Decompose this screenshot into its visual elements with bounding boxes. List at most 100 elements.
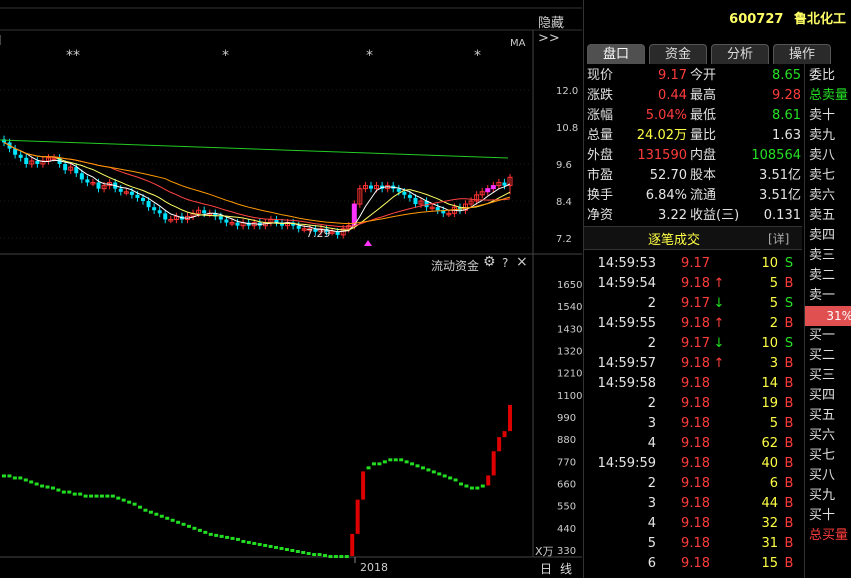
tick-volume: 5 <box>769 276 778 291</box>
flow-indicator-title[interactable]: 流动资金 <box>431 257 479 274</box>
tab-handicap[interactable]: 盘口 <box>587 44 645 64</box>
flow-bar <box>121 498 126 502</box>
price-tick-label: 10.8 <box>556 123 578 134</box>
arrow-down-icon: ↓ <box>713 336 725 351</box>
arrow-up-icon: ↑ <box>713 276 725 291</box>
orderbook-label: 卖七 <box>809 168 836 183</box>
tick-time: 14:59:53 <box>597 256 656 271</box>
tick-time: 4 <box>647 516 656 531</box>
flow-bar <box>502 431 507 438</box>
tick-side: B <box>784 536 794 551</box>
flow-bar <box>333 555 338 559</box>
flow-bar <box>480 484 485 488</box>
flow-bar <box>491 451 496 476</box>
candle <box>163 213 168 220</box>
period-line-button[interactable]: 线 <box>560 560 572 577</box>
candle <box>202 210 207 214</box>
flow-bar <box>371 462 376 466</box>
period-day-button[interactable]: 日 <box>540 560 552 577</box>
flow-bar <box>426 468 431 472</box>
candle <box>502 182 507 186</box>
candle <box>118 188 123 192</box>
tick-price: 9.18 <box>681 376 710 391</box>
tick-volume: 5 <box>769 416 778 431</box>
flow-bar <box>89 494 94 498</box>
flow-bar <box>170 518 175 522</box>
tick-side: B <box>784 496 794 511</box>
help-icon[interactable]: ? <box>502 256 508 270</box>
tab-operation[interactable]: 操作 <box>773 44 831 64</box>
tick-volume: 2 <box>769 316 778 331</box>
quote-value: 5.04% <box>645 108 687 123</box>
flow-bar <box>410 462 415 466</box>
tick-volume: 6 <box>769 476 778 491</box>
orderbook-label: 卖十 <box>809 108 836 123</box>
tick-price: 9.18 <box>681 396 710 411</box>
flow-tick-label: 1100 <box>557 391 582 402</box>
flow-bar <box>475 486 480 490</box>
flow-bar <box>154 512 159 516</box>
double-chevron-right-icon: >> <box>538 31 560 46</box>
tick-time: 4 <box>647 436 656 451</box>
flow-bar <box>453 478 458 482</box>
quote-row: 总量 24.02万 量比 1.63 <box>587 126 802 146</box>
tick-side: B <box>784 396 794 411</box>
candle <box>235 222 240 226</box>
chart-area: ** * * * 12.0 10.8 9.6 8.4 7.2 1650 1540 1430 1320 12… <box>0 0 582 578</box>
candle <box>129 191 134 195</box>
quote-value: 52.70 <box>649 168 687 183</box>
candle <box>224 219 229 223</box>
tick-side: B <box>784 276 794 291</box>
candle <box>24 157 29 164</box>
ma30-line <box>3 141 511 225</box>
tick-price: 9.18 <box>681 356 710 371</box>
flow-bar <box>105 494 110 498</box>
chart-canvas: ** * * *12.010.89.68.47.2165015401430132012… <box>0 7 582 563</box>
flow-bar <box>361 471 366 500</box>
flow-bar <box>50 486 55 490</box>
flow-bar <box>181 522 186 526</box>
tab-analysis[interactable]: 分析 <box>711 44 769 64</box>
tick-side: B <box>784 356 794 371</box>
candle <box>18 154 23 158</box>
gear-icon[interactable]: ⚙ <box>483 254 496 270</box>
close-icon[interactable]: × <box>516 254 528 270</box>
candle <box>157 210 162 214</box>
tick-time: 5 <box>647 536 656 551</box>
orderbook-label: 买九 <box>809 488 836 503</box>
star-mark: ** <box>66 48 80 64</box>
flow-bar <box>94 494 99 498</box>
tick-price: 9.17 <box>681 296 710 311</box>
tab-funds[interactable]: 资金 <box>649 44 707 64</box>
star-mark: * <box>474 48 481 64</box>
candle <box>141 197 146 201</box>
flow-bar <box>431 470 436 474</box>
quote-row: 涨跌 0.44 最高 9.28 <box>587 86 802 106</box>
flow-tick-label: 1540 <box>557 302 582 313</box>
flow-bar <box>393 458 398 462</box>
tick-time: 14:59:59 <box>597 456 656 471</box>
orderbook-label: 买四 <box>809 388 836 403</box>
flow-bar <box>306 552 311 556</box>
quote-value: 0.131 <box>763 208 801 223</box>
ma-label: MA <box>510 38 526 49</box>
quote-value: 1.63 <box>772 128 801 143</box>
ticks-detail-button[interactable]: [详] <box>768 230 789 247</box>
flow-bar <box>241 539 246 543</box>
orderbook-label: 买八 <box>809 468 836 483</box>
flow-bar <box>312 553 317 557</box>
quote-value: 8.65 <box>772 68 801 83</box>
flow-bar <box>448 476 453 480</box>
flow-bar <box>214 533 219 537</box>
flow-bar <box>469 486 474 490</box>
tick-price: 9.18 <box>681 516 710 531</box>
tick-side: B <box>784 476 794 491</box>
flow-bar <box>235 537 240 541</box>
flow-bar <box>442 474 447 478</box>
flow-bar <box>257 542 262 546</box>
orderbook-label: 买二 <box>809 348 836 363</box>
hide-button[interactable]: 隐藏>> <box>538 12 582 46</box>
quote-value: 9.28 <box>772 88 801 103</box>
candle <box>79 173 84 180</box>
ma-long-line <box>0 139 509 159</box>
